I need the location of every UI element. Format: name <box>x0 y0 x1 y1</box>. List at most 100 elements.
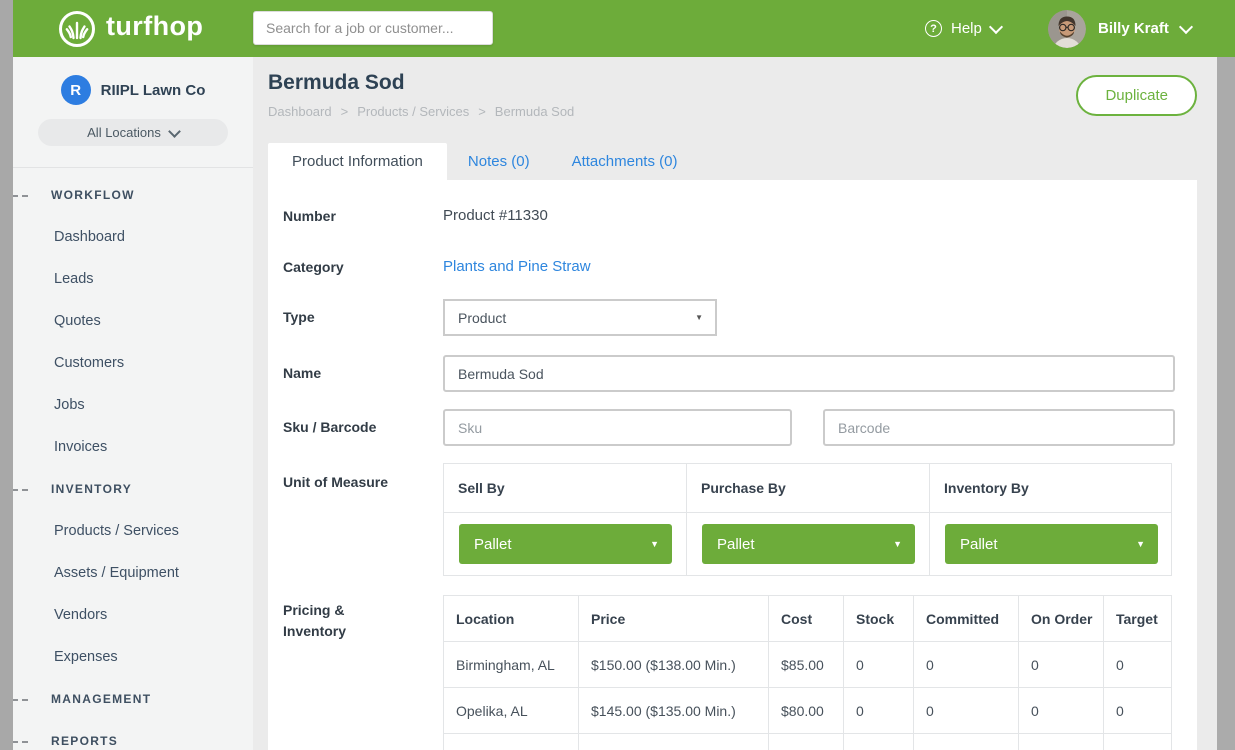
sell-by-value: Pallet <box>474 536 512 553</box>
section-label: MANAGEMENT <box>51 692 151 706</box>
location-filter-dropdown[interactable]: All Locations <box>38 119 228 146</box>
target-cell: 0 <box>1104 688 1171 734</box>
app-logo[interactable]: turfhop <box>57 0 203 57</box>
uom-header-sell-by: Sell By <box>444 464 687 513</box>
breadcrumb-separator <box>478 104 486 119</box>
sku-barcode-label: Sku / Barcode <box>283 419 376 435</box>
table-row-clipped-cell <box>914 734 1019 750</box>
sidebar-item-quotes[interactable]: Quotes <box>13 300 253 342</box>
user-avatar <box>1048 10 1086 48</box>
sidebar-item-expenses[interactable]: Expenses <box>13 636 253 678</box>
table-row-clipped-cell <box>769 734 844 750</box>
company-badge: R <box>61 75 91 105</box>
sidebar-item-jobs[interactable]: Jobs <box>13 384 253 426</box>
sidebar-item-dashboard[interactable]: Dashboard <box>13 216 253 258</box>
sidebar-item-assets-equipment[interactable]: Assets / Equipment <box>13 552 253 594</box>
duplicate-button[interactable]: Duplicate <box>1076 75 1197 116</box>
sidebar-section-inventory[interactable]: INVENTORY <box>13 468 253 510</box>
sidebar-section-reports[interactable]: REPORTS <box>13 720 253 750</box>
number-value: Product #11330 <box>443 207 548 224</box>
purchase-by-select[interactable]: Pallet <box>702 524 915 564</box>
tab-product-information[interactable]: Product Information <box>268 143 447 180</box>
col-committed: Committed <box>914 596 1019 642</box>
location-filter-label: All Locations <box>87 125 161 140</box>
app-window: turfhop ? Help <box>0 0 1235 750</box>
cost-cell: $85.00 <box>769 642 844 688</box>
unit-of-measure-label: Unit of Measure <box>283 474 388 490</box>
purchase-by-value: Pallet <box>717 536 755 553</box>
type-label: Type <box>283 309 315 325</box>
sidebar-item-customers[interactable]: Customers <box>13 342 253 384</box>
section-label: INVENTORY <box>51 482 132 496</box>
type-select[interactable]: Product <box>443 299 717 336</box>
chevron-down-icon <box>989 19 1003 33</box>
help-menu[interactable]: ? Help <box>925 0 1001 57</box>
global-search-input[interactable] <box>253 11 493 45</box>
help-label: Help <box>951 20 982 37</box>
location-link-opelika[interactable]: Opelika, AL <box>444 688 579 734</box>
target-cell: 0 <box>1104 642 1171 688</box>
uom-header-purchase-by: Purchase By <box>687 464 930 513</box>
number-label: Number <box>283 208 336 224</box>
col-price: Price <box>579 596 769 642</box>
turfhop-grass-icon <box>57 9 97 49</box>
main-content: Bermuda Sod Dashboard Products / Service… <box>253 57 1217 750</box>
barcode-input[interactable] <box>823 409 1175 446</box>
col-location: Location <box>444 596 579 642</box>
uom-cell: Pallet <box>687 513 930 575</box>
company-header[interactable]: R RIIPL Lawn Co <box>13 57 253 105</box>
pricing-inventory-table: Location Price Cost Stock Committed On O… <box>443 595 1172 750</box>
table-row-clipped-cell <box>1104 734 1171 750</box>
page-title: Bermuda Sod <box>268 71 405 95</box>
sidebar: R RIIPL Lawn Co All Locations WORKFLOW D… <box>13 57 253 750</box>
logo-wordmark: turfhop <box>106 11 203 42</box>
committed-cell: 0 <box>914 688 1019 734</box>
col-on-order: On Order <box>1019 596 1104 642</box>
top-navbar: turfhop ? Help <box>13 0 1235 57</box>
sidebar-item-vendors[interactable]: Vendors <box>13 594 253 636</box>
breadcrumb-item-products-services[interactable]: Products / Services <box>357 104 469 119</box>
on-order-cell: 0 <box>1019 642 1104 688</box>
help-icon: ? <box>925 20 942 37</box>
pricing-inventory-label: Pricing & Inventory <box>283 600 346 642</box>
inventory-by-value: Pallet <box>960 536 998 553</box>
col-target: Target <box>1104 596 1171 642</box>
sku-input[interactable] <box>443 409 792 446</box>
committed-cell: 0 <box>914 642 1019 688</box>
stock-cell: 0 <box>844 642 914 688</box>
breadcrumb-separator <box>341 104 349 119</box>
col-stock: Stock <box>844 596 914 642</box>
scrollbar[interactable] <box>1217 57 1235 750</box>
sidebar-item-leads[interactable]: Leads <box>13 258 253 300</box>
price-cell: $145.00 ($135.00 Min.) <box>579 688 769 734</box>
table-row-clipped-cell <box>1019 734 1104 750</box>
sidebar-item-invoices[interactable]: Invoices <box>13 426 253 468</box>
user-name: Billy Kraft <box>1098 20 1169 37</box>
location-link-birmingham[interactable]: Birmingham, AL <box>444 642 579 688</box>
section-label: WORKFLOW <box>51 188 135 202</box>
chevron-down-icon <box>168 125 181 138</box>
on-order-cell: 0 <box>1019 688 1104 734</box>
breadcrumb-item-dashboard[interactable]: Dashboard <box>268 104 332 119</box>
sell-by-select[interactable]: Pallet <box>459 524 672 564</box>
stock-cell: 0 <box>844 688 914 734</box>
category-label: Category <box>283 259 344 275</box>
name-label: Name <box>283 365 321 381</box>
inventory-by-select[interactable]: Pallet <box>945 524 1158 564</box>
sidebar-section-management[interactable]: MANAGEMENT <box>13 678 253 720</box>
name-input[interactable] <box>443 355 1175 392</box>
sidebar-section-workflow[interactable]: WORKFLOW <box>13 174 253 216</box>
sidebar-item-products-services[interactable]: Products / Services <box>13 510 253 552</box>
chevron-down-icon <box>1179 19 1193 33</box>
unit-of-measure-table: Sell By Purchase By Inventory By Pallet … <box>443 463 1172 576</box>
tab-bar: Product Information Notes (0) Attachment… <box>268 143 698 180</box>
table-row-clipped-cell <box>579 734 769 750</box>
category-link[interactable]: Plants and Pine Straw <box>443 258 591 275</box>
window-edge-left <box>0 0 13 750</box>
uom-cell: Pallet <box>444 513 687 575</box>
sidebar-nav: WORKFLOW Dashboard Leads Quotes Customer… <box>13 167 253 750</box>
tab-notes[interactable]: Notes (0) <box>447 143 551 180</box>
tab-attachments[interactable]: Attachments (0) <box>551 143 699 180</box>
user-menu[interactable]: Billy Kraft <box>1048 0 1191 57</box>
breadcrumb: Dashboard Products / Services Bermuda So… <box>268 104 574 119</box>
